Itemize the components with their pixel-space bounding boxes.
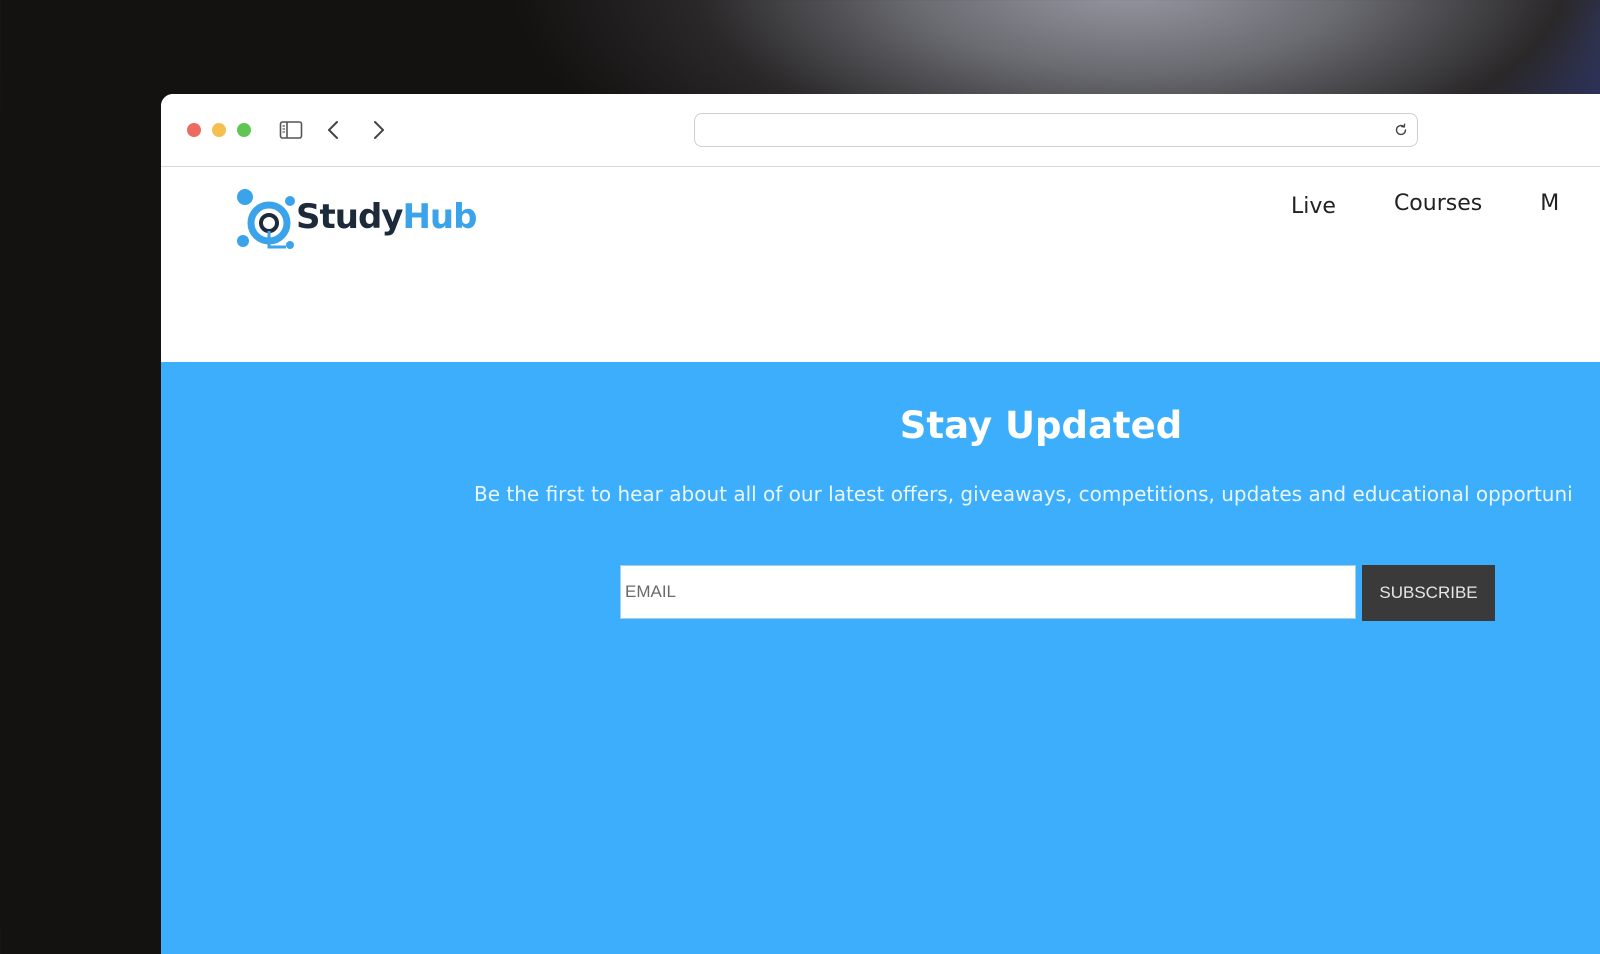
sidebar-toggle-icon[interactable] xyxy=(279,118,303,142)
forward-arrow-icon[interactable] xyxy=(366,118,390,142)
back-arrow-icon[interactable] xyxy=(322,118,346,142)
newsletter-subtitle: Be the first to hear about all of our la… xyxy=(474,482,1573,506)
logo-text-hub: Hub xyxy=(402,197,477,237)
site-header: StudyHub Live Courses M xyxy=(161,167,1600,362)
browser-toolbar xyxy=(161,94,1600,167)
logo-wordmark: StudyHub xyxy=(296,197,477,237)
studyhub-logo[interactable]: StudyHub xyxy=(236,187,477,253)
nav-item-live[interactable]: Live xyxy=(1291,194,1336,219)
address-bar[interactable] xyxy=(694,113,1418,147)
subscribe-button[interactable]: SUBSCRIBE xyxy=(1362,565,1495,621)
stethoscope-logo-icon xyxy=(237,189,295,249)
nav-item-courses[interactable]: Courses xyxy=(1394,191,1482,219)
minimize-window-button[interactable] xyxy=(212,123,226,137)
close-window-button[interactable] xyxy=(187,123,201,137)
browser-window: StudyHub Live Courses M Stay Updated Be … xyxy=(161,94,1600,954)
logo-text-study: Study xyxy=(296,197,403,237)
reload-icon[interactable] xyxy=(1393,122,1409,138)
maximize-window-button[interactable] xyxy=(237,123,251,137)
nav-item-more[interactable]: M xyxy=(1540,191,1559,219)
email-input[interactable] xyxy=(620,565,1356,619)
newsletter-title: Stay Updated xyxy=(899,404,1183,447)
main-nav: Live Courses M xyxy=(1291,191,1600,219)
newsletter-section: Stay Updated Be the first to hear about … xyxy=(161,362,1600,954)
